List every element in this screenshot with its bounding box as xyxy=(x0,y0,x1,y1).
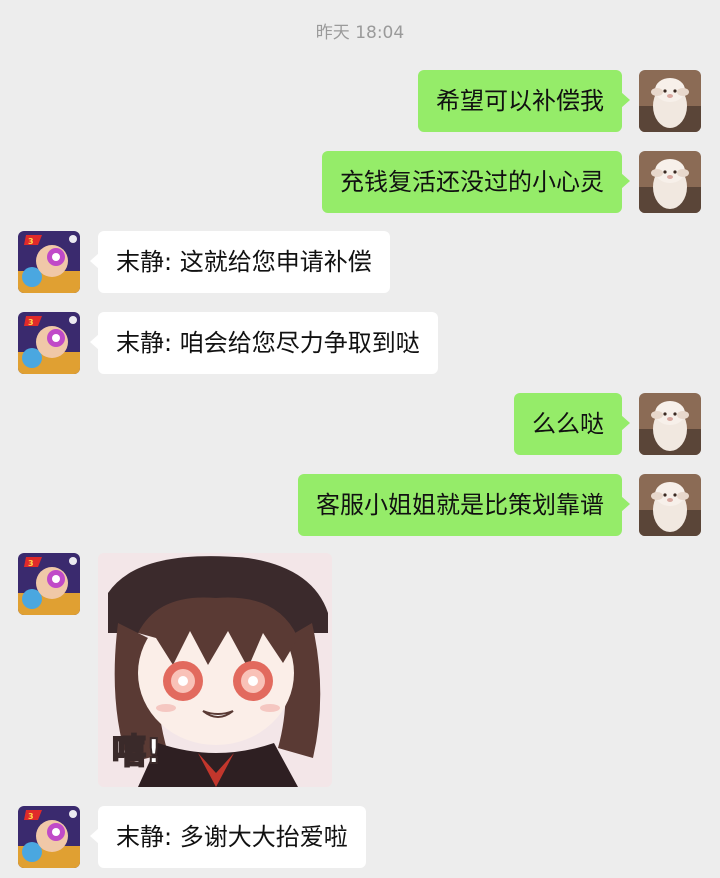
message-bubble[interactable]: 客服小姐姐就是比策划靠谱 xyxy=(298,474,630,536)
anime-girl-sticker-icon[interactable]: 嘻! xyxy=(98,553,332,787)
sticker-caption: 嘻! xyxy=(111,731,162,773)
message-sent: 客服小姐姐就是比策划靠谱 xyxy=(0,474,720,538)
game-anniversary-avatar-icon[interactable]: 3 xyxy=(18,806,80,868)
game-anniversary-avatar-icon[interactable]: 3 xyxy=(18,231,80,293)
svg-text:3: 3 xyxy=(28,237,34,246)
message-bubble[interactable]: 末静: 这就给您申请补偿 xyxy=(90,231,390,293)
message-bubble[interactable]: 末静: 咱会给您尽力争取到哒 xyxy=(90,312,438,374)
svg-text:3: 3 xyxy=(28,318,34,327)
message-received: 3 末静: 这就给您申请补偿 xyxy=(0,231,720,295)
message-bubble[interactable]: 希望可以补偿我 xyxy=(418,70,630,132)
message-received: 3 末静: 多谢大大抬爱啦 xyxy=(0,806,720,870)
sheep-avatar-icon[interactable] xyxy=(639,70,701,132)
svg-text:3: 3 xyxy=(28,559,34,568)
game-anniversary-avatar-icon[interactable]: 3 xyxy=(18,553,80,615)
message-bubble[interactable]: 么么哒 xyxy=(514,393,630,455)
svg-text:3: 3 xyxy=(28,812,34,821)
sheep-avatar-icon[interactable] xyxy=(639,151,701,213)
message-received: 3 末静: 咱会给您尽力争取到哒 xyxy=(0,312,720,376)
message-bubble[interactable]: 充钱复活还没过的小心灵 xyxy=(322,151,630,213)
sheep-avatar-icon[interactable] xyxy=(639,393,701,455)
message-sent: 希望可以补偿我 xyxy=(0,70,720,134)
message-sent: 充钱复活还没过的小心灵 xyxy=(0,151,720,215)
chat-timestamp: 昨天 18:04 xyxy=(315,23,405,43)
game-anniversary-avatar-icon[interactable]: 3 xyxy=(18,312,80,374)
message-received-sticker: 3 嘻! xyxy=(0,553,720,789)
message-sent: 么么哒 xyxy=(0,393,720,457)
message-bubble[interactable]: 末静: 多谢大大抬爱啦 xyxy=(90,806,366,868)
sheep-avatar-icon[interactable] xyxy=(639,474,701,536)
